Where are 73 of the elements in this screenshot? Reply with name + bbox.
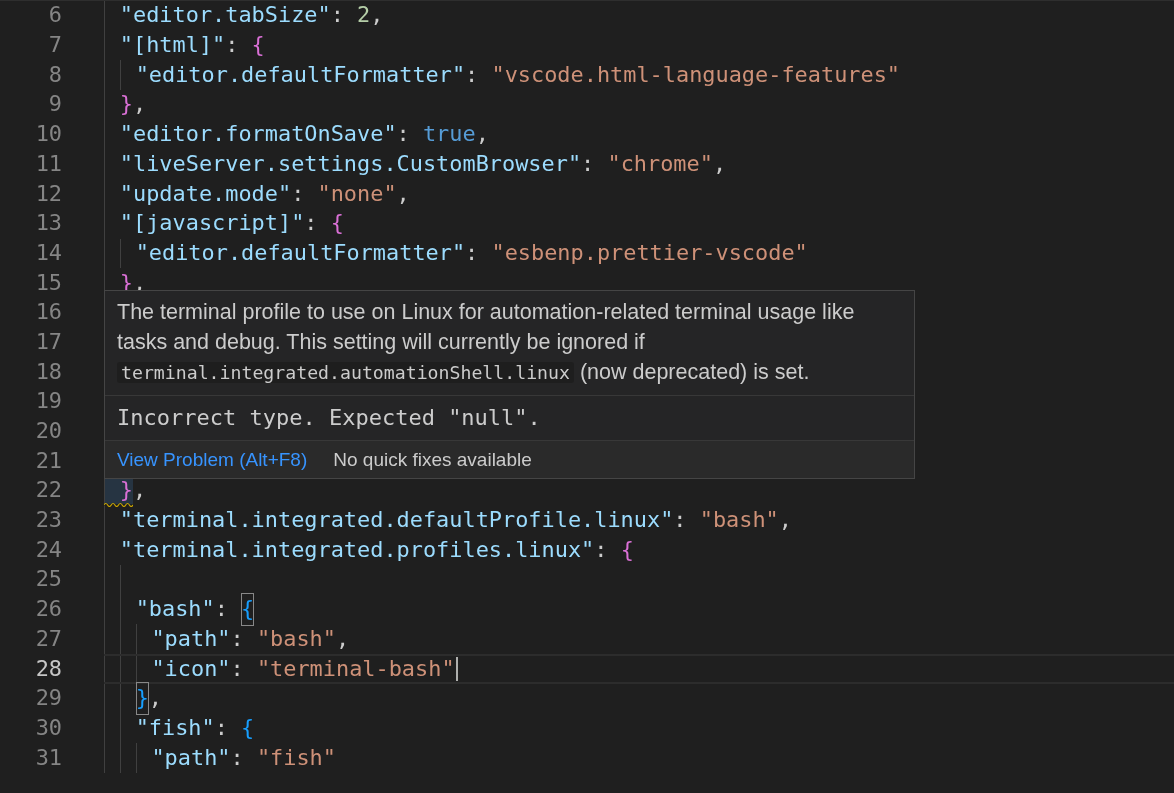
punctuation: ,	[712, 149, 727, 178]
line-number: 27	[35, 625, 62, 651]
punctuation: :	[225, 31, 240, 60]
punctuation: ,	[396, 179, 410, 208]
line-number: 20	[35, 418, 62, 444]
line-number: 11	[35, 150, 62, 176]
bracket: }	[119, 476, 133, 505]
line-number: 29	[35, 685, 62, 711]
line-number: 24	[35, 536, 62, 562]
json-string: "chrome"	[607, 149, 713, 178]
punctuation: :	[214, 595, 229, 624]
line-number: 22	[35, 477, 62, 503]
json-string: "esbenp.prettier-vscode"	[491, 238, 808, 267]
punctuation: :	[214, 713, 229, 742]
json-string: "terminal-bash"	[256, 654, 455, 683]
punctuation: :	[396, 120, 411, 149]
punctuation: ,	[778, 506, 792, 535]
punctuation: ,	[133, 476, 147, 505]
line-number: 18	[35, 358, 62, 384]
line-number: 13	[35, 210, 62, 236]
line-number: 12	[35, 180, 62, 206]
punctuation: :	[304, 209, 319, 238]
punctuation: ,	[133, 90, 147, 119]
line-number: 26	[35, 596, 62, 622]
line-number: 14	[35, 239, 62, 265]
bracket: {	[241, 713, 255, 742]
json-number: 2	[357, 1, 371, 30]
json-string: "vscode.html-language-features"	[491, 60, 901, 89]
line-number: 30	[35, 714, 62, 740]
punctuation: ,	[370, 1, 384, 30]
view-problem-link[interactable]: View Problem (Alt+F8)	[117, 445, 308, 474]
line-number: 6	[48, 2, 62, 28]
line-number: 16	[35, 299, 62, 325]
bracket: }	[119, 90, 133, 119]
punctuation: :	[465, 238, 480, 267]
punctuation: :	[465, 60, 480, 89]
quick-fix-status: No quick fixes available	[333, 448, 532, 472]
error-message: Incorrect type. Expected "null".	[117, 405, 541, 430]
punctuation: :	[230, 624, 245, 653]
bracket: {	[620, 535, 634, 564]
setting-description: The terminal profile to use on Linux for automation-related terminal usage like tasks and debug. This setting will currently be ignored if terminal.integrated.automationShell.linux (now deprecated) is set.	[117, 299, 856, 386]
line-number: 7	[48, 32, 62, 58]
punctuation: :	[291, 179, 306, 208]
json-string: "bash"	[699, 506, 779, 535]
punctuation: :	[581, 149, 596, 178]
punctuation: :	[230, 743, 245, 772]
punctuation: ,	[475, 120, 489, 149]
line-number: 8	[48, 61, 62, 87]
punctuation: :	[330, 1, 345, 30]
line-number: 10	[35, 121, 62, 147]
punctuation: :	[673, 506, 688, 535]
json-string: "none"	[317, 179, 397, 208]
bracket: {	[251, 31, 265, 60]
bracket: {	[241, 593, 255, 627]
punctuation: :	[230, 654, 245, 683]
line-number: 15	[35, 269, 62, 295]
line-number: 19	[35, 388, 62, 414]
warning-squiggle	[104, 501, 133, 507]
line-number: 21	[35, 447, 62, 473]
json-boolean: true	[422, 120, 476, 149]
punctuation: ,	[148, 684, 162, 713]
line-number: 31	[35, 744, 62, 770]
line-number: 28	[35, 655, 62, 681]
line-number: 25	[35, 566, 62, 592]
punctuation: ,	[335, 624, 350, 653]
json-string: "bash"	[256, 624, 336, 653]
line-number: 23	[35, 507, 62, 533]
punctuation: :	[594, 535, 609, 564]
text-cursor	[455, 656, 458, 681]
bracket: {	[330, 209, 344, 238]
line-number: 17	[35, 329, 62, 354]
line-number: 9	[48, 91, 62, 117]
json-string: "fish"	[256, 743, 336, 772]
